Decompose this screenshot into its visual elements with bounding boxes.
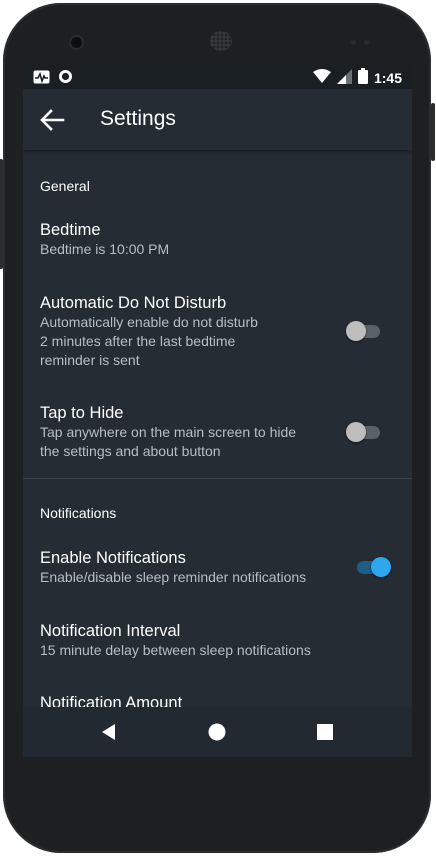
- nav-home-button[interactable]: [206, 721, 228, 743]
- earpiece-speaker: [210, 31, 232, 51]
- wifi-icon: [312, 68, 331, 87]
- setting-summary-line: reminder is sent: [40, 352, 140, 368]
- tap-to-hide-switch[interactable]: [346, 420, 382, 444]
- setting-bedtime[interactable]: Bedtime Bedtime is 10:00 PM: [40, 220, 330, 259]
- switch-thumb: [371, 557, 391, 577]
- section-header-notifications: Notifications: [40, 505, 117, 521]
- screen: 1:45 Settings General Bedtime Bedtime is…: [23, 65, 412, 757]
- recents-square-icon: [317, 724, 333, 740]
- proximity-sensor: [351, 40, 356, 45]
- setting-title: Notification Amount: [40, 694, 183, 707]
- battery-icon: [357, 68, 368, 87]
- setting-tap-to-hide[interactable]: Tap to Hide Tap anywhere on the main scr…: [40, 403, 330, 461]
- enable-notifications-switch[interactable]: [355, 555, 391, 579]
- arrow-left-icon: [40, 109, 65, 131]
- power-button: [431, 103, 435, 161]
- signal-icon: [336, 68, 352, 87]
- circle-status-icon: [58, 69, 73, 89]
- setting-summary-line: 2 minutes after the last bedtime: [40, 333, 236, 349]
- section-header-general: General: [40, 178, 90, 194]
- app-bar: Settings: [23, 89, 412, 150]
- home-circle-icon: [208, 723, 226, 741]
- setting-summary: Enable/disable sleep reminder notificati…: [40, 569, 307, 585]
- setting-summary-line: Automatically enable do not disturb: [40, 314, 258, 330]
- setting-title: Notification Interval: [40, 622, 181, 640]
- nav-back-button[interactable]: [98, 721, 120, 743]
- setting-title: Tap to Hide: [40, 404, 124, 422]
- navigation-bar: [23, 707, 412, 757]
- page-title: Settings: [100, 107, 176, 130]
- setting-summary: 15 minute delay between sleep notificati…: [40, 642, 311, 658]
- front-camera: [71, 37, 82, 48]
- setting-summary-line: Tap anywhere on the main screen to hide: [40, 424, 297, 440]
- light-sensor: [364, 40, 369, 45]
- setting-title: Bedtime: [40, 221, 101, 239]
- setting-title: Automatic Do Not Disturb: [40, 294, 227, 312]
- setting-auto-dnd[interactable]: Automatic Do Not Disturb Automatically e…: [40, 293, 330, 370]
- settings-list[interactable]: General Bedtime Bedtime is 10:00 PM Auto…: [23, 150, 412, 707]
- back-triangle-icon: [102, 724, 115, 740]
- setting-notification-interval[interactable]: Notification Interval 15 minute delay be…: [40, 621, 330, 660]
- back-button[interactable]: [37, 107, 67, 133]
- setting-summary: Bedtime is 10:00 PM: [40, 241, 170, 257]
- setting-enable-notifications[interactable]: Enable Notifications Enable/disable slee…: [40, 548, 330, 587]
- section-divider: [23, 478, 412, 479]
- switch-thumb: [346, 422, 366, 442]
- volume-button: [0, 159, 3, 269]
- switch-thumb: [346, 321, 366, 341]
- auto-dnd-switch[interactable]: [346, 319, 382, 343]
- activity-icon: [33, 70, 50, 89]
- status-bar: 1:45: [23, 65, 412, 89]
- clock-time: 1:45: [373, 69, 402, 86]
- setting-notification-amount[interactable]: Notification Amount: [40, 693, 330, 707]
- setting-summary-line: the settings and about button: [40, 443, 221, 459]
- setting-title: Enable Notifications: [40, 549, 186, 567]
- nav-recents-button[interactable]: [314, 721, 336, 743]
